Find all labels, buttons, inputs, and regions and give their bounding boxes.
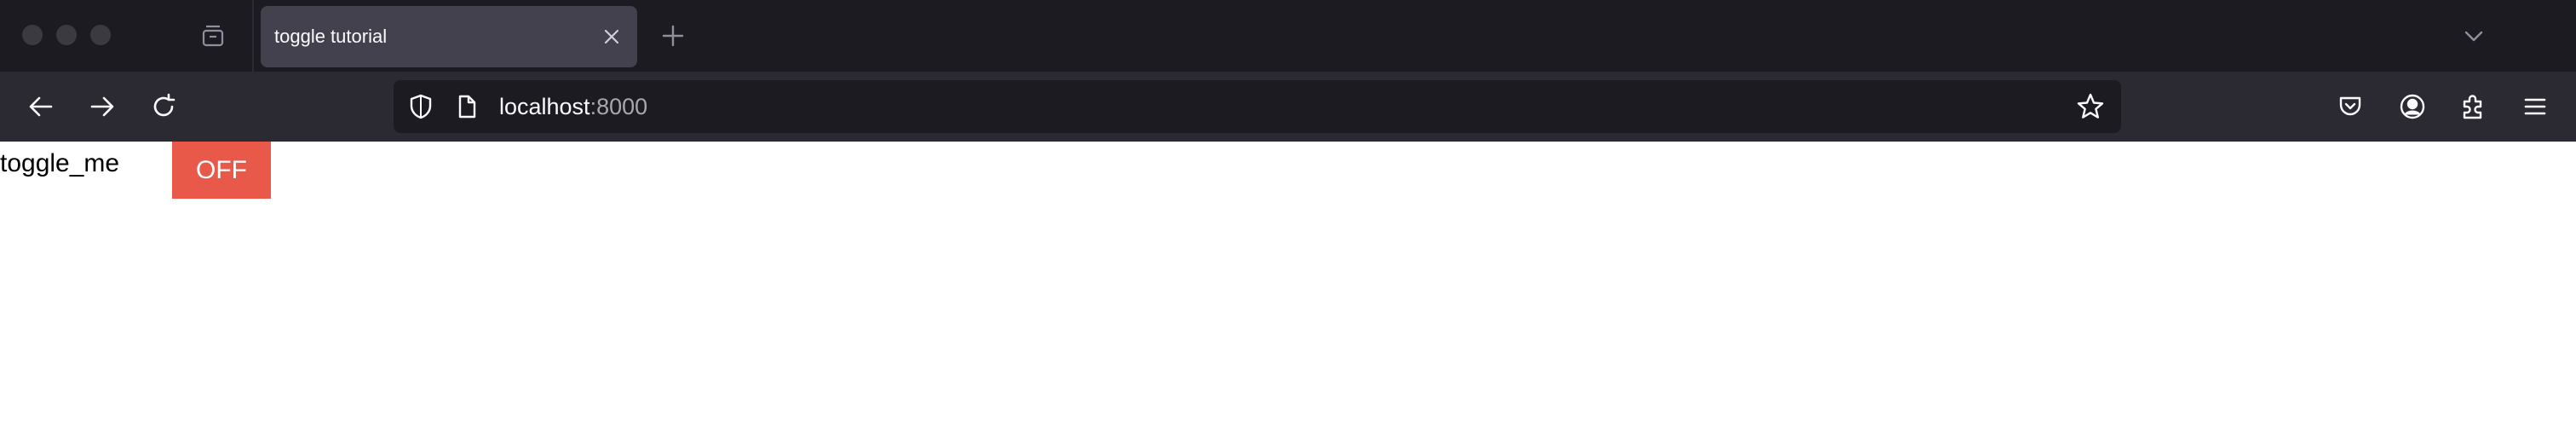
tab-toggle-tutorial[interactable]: toggle tutorial xyxy=(261,6,637,67)
toggle-button[interactable]: OFF xyxy=(172,142,271,199)
account-icon[interactable] xyxy=(2395,89,2430,125)
tabstrip-divider xyxy=(252,0,254,72)
reload-icon[interactable] xyxy=(146,89,181,125)
tab-title: toggle tutorial xyxy=(274,26,388,47)
page-icon[interactable] xyxy=(451,91,482,122)
puzzle-icon[interactable] xyxy=(2455,89,2491,125)
star-icon[interactable] xyxy=(2075,91,2106,122)
url-text[interactable]: localhost:8000 xyxy=(499,80,647,133)
page-content: toggle_me OFF xyxy=(0,142,2576,423)
hamburger-menu-icon[interactable] xyxy=(2517,89,2553,125)
window-close-button[interactable] xyxy=(22,25,43,45)
window-zoom-button[interactable] xyxy=(90,25,111,45)
chevron-down-icon[interactable] xyxy=(2458,20,2489,51)
pocket-icon[interactable] xyxy=(2332,89,2368,125)
url-bar[interactable]: localhost:8000 xyxy=(394,80,2121,133)
url-host: localhost xyxy=(499,94,590,119)
tab-strip: toggle tutorial xyxy=(0,0,2576,72)
window-minimize-button[interactable] xyxy=(56,25,77,45)
navigation-toolbar: localhost:8000 xyxy=(0,72,2576,142)
tab-list-icon[interactable] xyxy=(198,20,228,51)
url-port: :8000 xyxy=(589,94,648,119)
toggle-label: toggle_me xyxy=(0,149,120,177)
plus-icon[interactable] xyxy=(658,20,688,51)
arrow-left-icon[interactable] xyxy=(23,89,59,125)
shield-icon[interactable] xyxy=(405,91,436,122)
arrow-right-icon[interactable] xyxy=(84,89,120,125)
close-icon[interactable] xyxy=(598,23,625,50)
